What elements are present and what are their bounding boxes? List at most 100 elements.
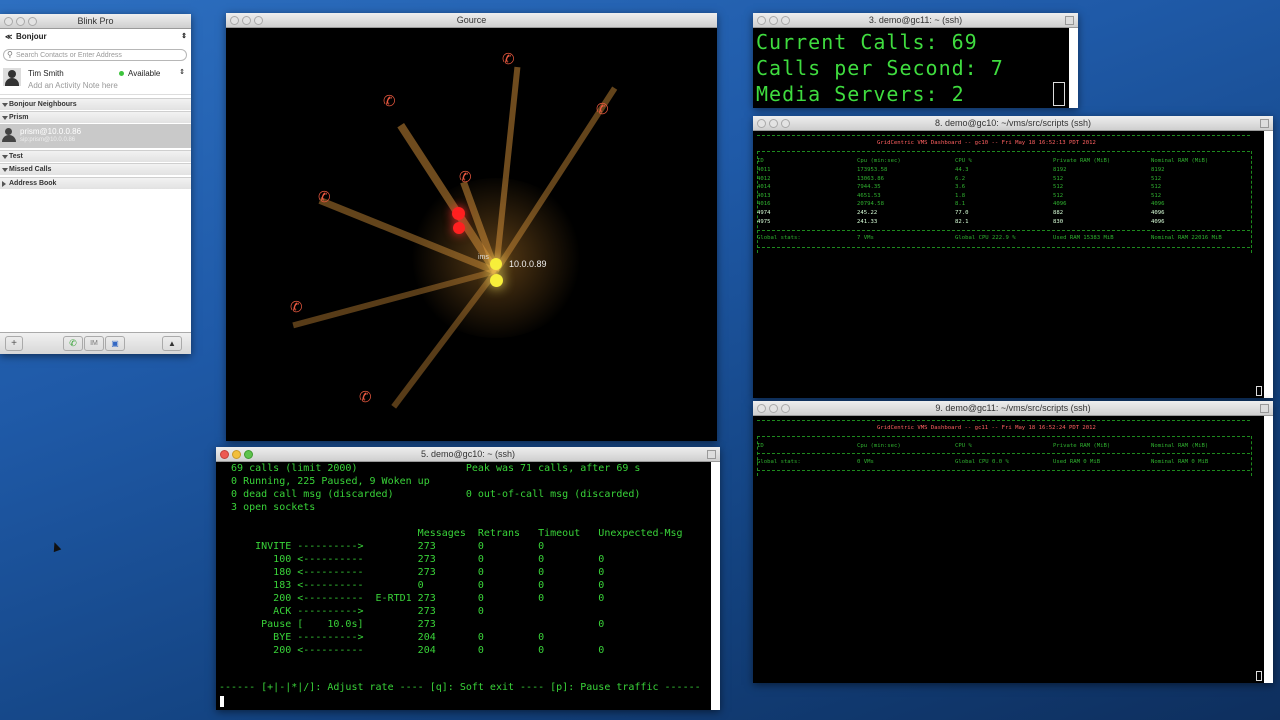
global-stat: 7 VMs [857, 235, 874, 241]
im-button[interactable]: IM [84, 336, 104, 351]
sipp-line: BYE ----------> 204 0 0 [219, 632, 545, 643]
table-cell: 20794.58 [857, 201, 884, 208]
sipp-line: INVITE ----------> 273 0 0 [219, 541, 545, 552]
account-selector[interactable]: ≪ Bonjour ⇕ [0, 32, 191, 46]
window-controls[interactable] [220, 450, 253, 459]
node-yellow [490, 258, 502, 270]
scrollbar[interactable] [1264, 131, 1273, 398]
table-cell: 1.8 [955, 192, 966, 199]
phone-icon: ✆ [359, 389, 372, 406]
global-stat: Global CPU 0.0 % [955, 459, 1009, 465]
dash2-terminal[interactable]: GridCentric VMS Dashboard -- gc11 -- Fri… [753, 416, 1264, 683]
calls-terminal[interactable]: Current Calls: 69 Calls per Second: 7 Me… [753, 28, 1069, 108]
blink-window: Blink Pro ≪ Bonjour ⇕ ⚲ Search Contacts … [0, 14, 191, 354]
terminal-cursor [1256, 386, 1262, 396]
account-label: Bonjour [16, 32, 47, 41]
toolbar-toggle-icon[interactable] [707, 450, 716, 459]
search-input[interactable]: ⚲ Search Contacts or Enter Address [3, 49, 187, 61]
toolbar-toggle-icon[interactable] [1260, 404, 1269, 413]
table-cell: 3.6 [955, 184, 966, 191]
dash1-titlebar: 8. demo@gc10: ~/vms/src/scripts (ssh) [753, 116, 1273, 131]
audio-call-icon[interactable]: ✆ [63, 336, 83, 351]
toolbar-toggle-icon[interactable] [1260, 119, 1269, 128]
scrollbar[interactable] [1069, 28, 1078, 108]
window-controls[interactable] [4, 17, 37, 26]
phone-icon: ✆ [290, 299, 303, 316]
group-test[interactable]: Test [0, 150, 191, 162]
add-contact-button[interactable]: + [5, 336, 23, 351]
table-cell: 4014 [757, 184, 771, 191]
phone-icon: ✆ [596, 101, 609, 118]
window-controls[interactable] [757, 404, 790, 413]
phone-icon: ✆ [502, 51, 515, 68]
window-title: 3. demo@gc11: ~ (ssh) [868, 15, 963, 25]
table-cell: 4651.53 [857, 192, 881, 199]
toolbar-toggle-icon[interactable] [1065, 16, 1074, 25]
sipp-titlebar: 5. demo@gc10: ~ (ssh) [216, 447, 720, 462]
scrollbar[interactable] [1264, 416, 1273, 683]
contact-name: prism@10.0.0.86 [20, 127, 82, 136]
table-cell: 173953.58 [857, 167, 888, 173]
presence-arrows-icon[interactable]: ⇕ [179, 68, 185, 76]
table-cell: 4096 [1053, 201, 1067, 208]
updown-arrows-icon: ⇕ [181, 33, 187, 40]
window-controls[interactable] [757, 16, 790, 25]
column-header: CPU % [955, 158, 972, 164]
table-cell: 8.1 [955, 201, 966, 208]
sipp-terminal[interactable]: 69 calls (limit 2000) Peak was 71 calls,… [216, 462, 711, 710]
terminal-cursor [1256, 671, 1262, 681]
gource-titlebar: Gource [226, 13, 717, 28]
table-cell: 241.33 [857, 218, 878, 225]
mouse-pointer-icon [50, 540, 62, 553]
table-cell: 4013 [757, 192, 771, 199]
dash1-terminal[interactable]: GridCentric VMS Dashboard -- gc10 -- Fri… [753, 131, 1264, 398]
group-missed-calls[interactable]: Missed Calls [0, 163, 191, 175]
group-prism[interactable]: Prism [0, 111, 191, 123]
table-cell: 512 [1053, 175, 1064, 182]
column-header: Private RAM (MiB) [1053, 443, 1111, 449]
table-cell: 13063.86 [857, 175, 884, 182]
table-cell: 4974 [757, 210, 771, 216]
table-cell: 512 [1151, 184, 1162, 191]
column-header: Nominal RAM (MiB) [1151, 443, 1209, 449]
avatar [3, 68, 21, 86]
screen-share-icon[interactable]: ▣ [105, 336, 125, 351]
my-identity[interactable]: Tim Smith Available ⇕ Add an Activity No… [0, 64, 191, 95]
activity-note[interactable]: Add an Activity Note here [28, 81, 118, 90]
table-cell: 77.0 [955, 210, 969, 216]
sipp-line: ------ [+|-|*|/]: Adjust rate ---- [q]: … [219, 682, 701, 693]
group-bonjour-neighbours[interactable]: Bonjour Neighbours [0, 98, 191, 110]
sipp-line: 183 <---------- 0 0 0 0 [219, 580, 605, 591]
dashboard-gc11-window: 9. demo@gc11: ~/vms/src/scripts (ssh) Gr… [753, 401, 1273, 683]
sipp-line: 200 <---------- 204 0 0 0 [219, 645, 605, 656]
table-cell: 8192 [1151, 167, 1165, 173]
sipp-line: 0 Running, 225 Paused, 9 Woken up [219, 476, 430, 487]
global-stat: 0 VMs [857, 459, 874, 465]
sipp-line: 0 dead call msg (discarded) 0 out-of-cal… [219, 489, 641, 500]
sipp-line: 3 open sockets [219, 502, 316, 513]
group-address-book[interactable]: Address Book [0, 177, 191, 189]
gource-canvas: ims 10.0.0.89 ✆ ✆ ✆ ✆ ✆ ✆ ✆ [226, 28, 717, 441]
global-stat: Global stats: [757, 459, 801, 465]
window-controls[interactable] [757, 119, 790, 128]
column-header: ID [757, 443, 764, 449]
contact-prism[interactable]: prism@10.0.0.86 sip:prism@10.0.0.86 [0, 124, 191, 148]
phone-icon: ✆ [318, 189, 331, 206]
table-cell: 6.2 [955, 175, 966, 182]
scrollbar[interactable] [711, 462, 720, 710]
table-cell: 7944.35 [857, 184, 881, 191]
window-controls[interactable] [230, 16, 263, 25]
calls-titlebar: 3. demo@gc11: ~ (ssh) [753, 13, 1078, 28]
notification-bell-icon[interactable]: ▲ [162, 336, 182, 351]
sipp-line: Pause [ 10.0s] 273 0 [219, 619, 605, 630]
table-cell: 4012 [757, 175, 771, 182]
column-header: ID [757, 158, 764, 164]
window-title: Blink Pro [77, 16, 114, 26]
dashboard-header: GridCentric VMS Dashboard -- gc11 -- Fri… [877, 425, 1096, 431]
presence-status[interactable]: Available [128, 69, 160, 78]
node-label: 10.0.0.89 [509, 259, 547, 269]
global-stat: Used RAM 0 MiB [1053, 459, 1101, 465]
bonjour-icon: ≪ [5, 34, 13, 41]
sipp-line: Messages Retrans Timeout Unexpected-Msg [219, 528, 683, 539]
window-title: Gource [456, 15, 487, 25]
